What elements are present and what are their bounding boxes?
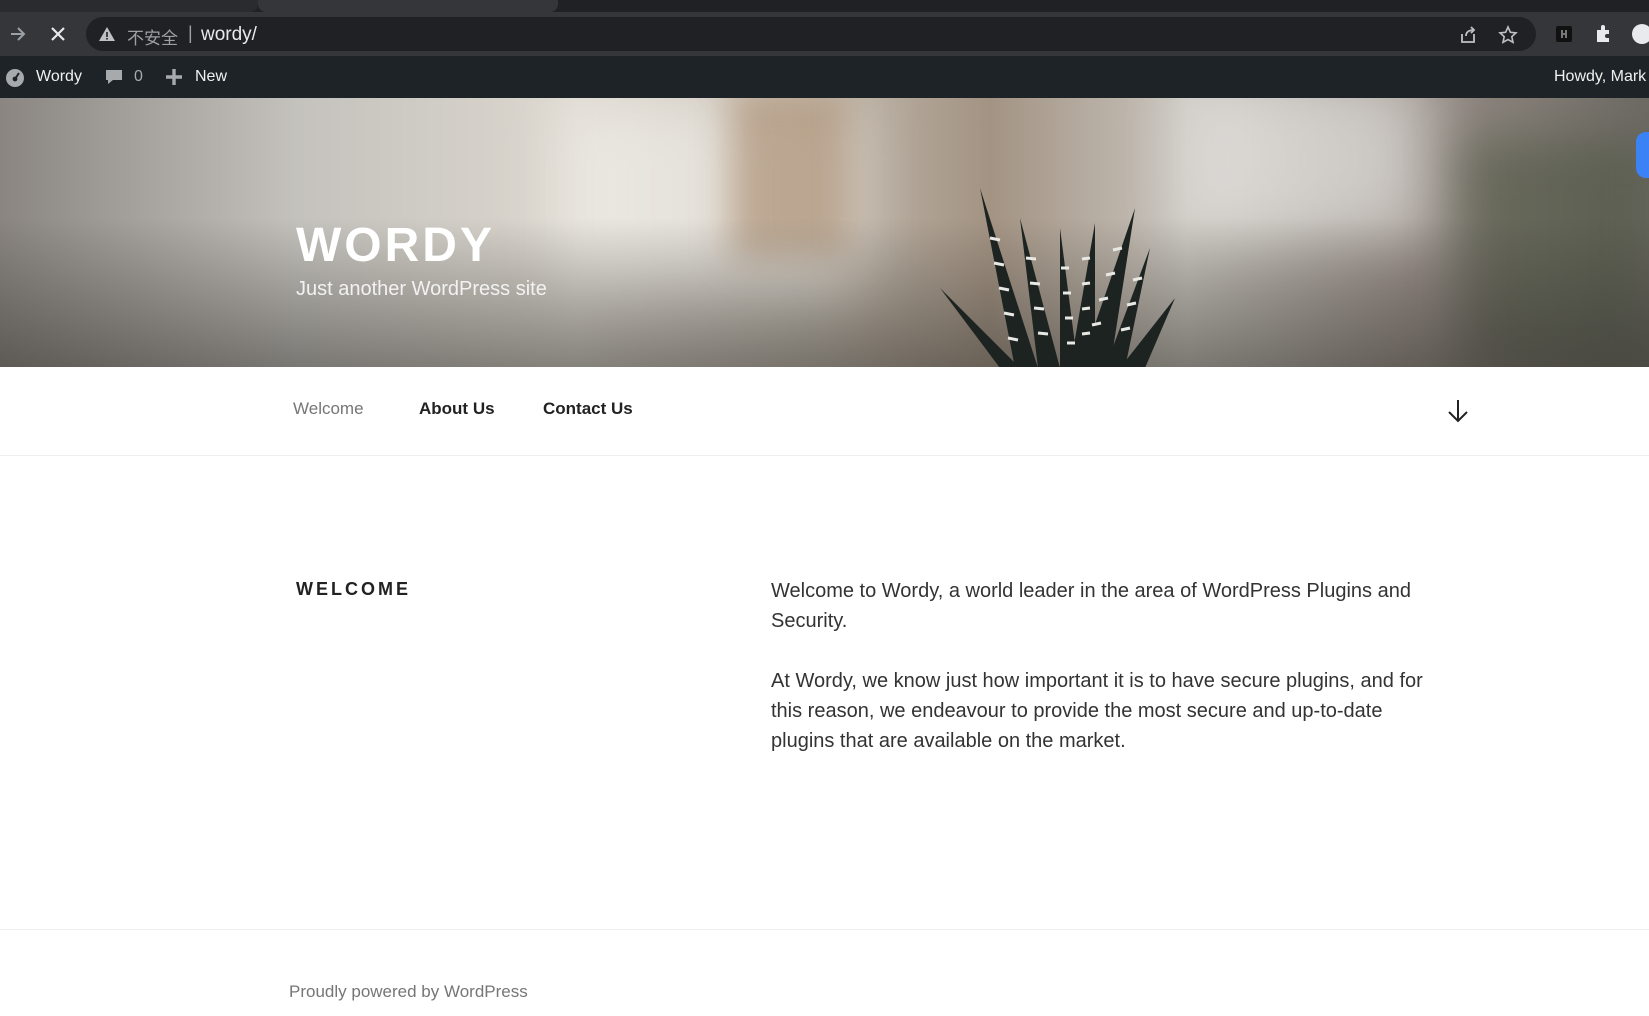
bookmark-star-icon[interactable] [1498, 25, 1518, 45]
url-text[interactable]: wordy/ [201, 24, 257, 46]
dashboard-icon [6, 69, 24, 87]
plant-image [940, 188, 1175, 367]
extension-h-icon[interactable] [1552, 22, 1576, 46]
wp-admin-bar: Wordy 0 New Howdy, Mark [0, 56, 1649, 98]
forward-button[interactable] [4, 20, 32, 48]
share-icon[interactable] [1458, 25, 1478, 45]
stop-loading-button[interactable] [44, 20, 72, 48]
comments-count[interactable]: 0 [134, 68, 143, 86]
nav-item-contact-us[interactable]: Contact Us [543, 399, 633, 419]
close-icon [51, 27, 65, 41]
browser-toolbar: 不安全 | wordy/ [0, 12, 1649, 56]
arrow-right-icon [11, 27, 26, 41]
page-title: WELCOME [296, 579, 411, 599]
url-separator: | [188, 23, 193, 43]
admin-bar-new[interactable]: New [165, 56, 227, 98]
plus-icon [166, 69, 182, 85]
admin-bar-howdy[interactable]: Howdy, Mark [1554, 68, 1646, 86]
site-footer: Proudly powered by WordPress [0, 929, 1649, 1016]
profile-avatar-icon[interactable] [1630, 22, 1649, 46]
footer-credit-link[interactable]: Proudly powered by WordPress [289, 982, 528, 1002]
warning-icon[interactable] [98, 25, 116, 43]
floating-badge[interactable] [1636, 132, 1649, 178]
browser-tab-inactive[interactable] [0, 0, 258, 12]
admin-bar-site[interactable]: Wordy [4, 56, 82, 98]
main-navigation: Welcome About Us Contact Us [0, 367, 1649, 456]
admin-bar-site-name[interactable]: Wordy [36, 68, 82, 86]
page-content: Welcome to Wordy, a world leader in the … [771, 576, 1426, 786]
extensions-puzzle-icon[interactable] [1592, 22, 1616, 46]
arrow-down-icon[interactable] [1445, 397, 1471, 425]
content-paragraph: At Wordy, we know just how important it … [771, 670, 1423, 752]
admin-bar-account[interactable]: Howdy, Mark [1554, 56, 1646, 98]
content-paragraph: Welcome to Wordy, a world leader in the … [771, 580, 1411, 632]
site-header: WORDY Just another WordPress site [0, 98, 1649, 367]
browser-tab-strip [0, 0, 1649, 12]
comment-icon [106, 70, 122, 84]
address-bar[interactable]: 不安全 | wordy/ [86, 17, 1536, 51]
site-title[interactable]: WORDY [296, 218, 495, 273]
nav-item-welcome[interactable]: Welcome [293, 399, 364, 419]
security-status-label[interactable]: 不安全 [127, 24, 178, 49]
browser-tab-active[interactable] [258, 0, 558, 12]
site-description: Just another WordPress site [296, 278, 547, 300]
admin-bar-comments[interactable]: 0 [104, 56, 143, 98]
header-image-highlight [1180, 98, 1430, 238]
header-image-gradient [0, 218, 1649, 367]
nav-item-about-us[interactable]: About Us [419, 399, 495, 419]
admin-bar-new-label[interactable]: New [195, 68, 227, 86]
